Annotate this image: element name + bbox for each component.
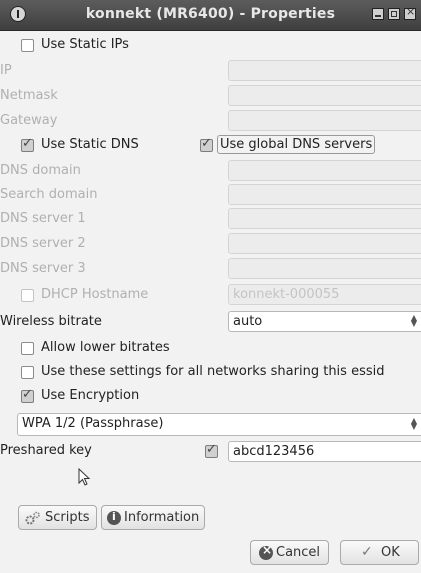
static-dns-label: Use Static DNS (41, 137, 139, 152)
title-bar[interactable]: konnekt (MR6400) - Properties (0, 0, 421, 31)
use-encryption-label: Use Encryption (41, 388, 140, 403)
share-settings-checkbox[interactable] (21, 366, 34, 379)
scripts-button[interactable]: Scripts (18, 505, 97, 530)
check-icon: ✓ (361, 544, 373, 560)
dns-domain-label: DNS domain (0, 163, 81, 178)
gear-icon (25, 511, 40, 525)
ip-label: IP (0, 63, 12, 78)
netmask-field[interactable] (228, 85, 421, 106)
dns-server-2-label: DNS server 2 (0, 236, 86, 251)
preshared-key-field[interactable]: abcd123456 (228, 441, 421, 462)
global-dns-label[interactable]: Use global DNS servers (217, 135, 376, 154)
cancel-label: Cancel (276, 545, 321, 560)
maximize-button[interactable] (388, 8, 400, 20)
wireless-bitrate-value: auto (233, 314, 263, 329)
dns-server-3-field[interactable] (228, 258, 421, 279)
netmask-label: Netmask (0, 88, 58, 103)
minimize-button[interactable] (372, 8, 384, 20)
ip-field[interactable] (228, 60, 421, 81)
window-title: konnekt (MR6400) - Properties (85, 6, 336, 22)
mouse-cursor-icon (78, 468, 91, 486)
information-label: Information (124, 510, 200, 525)
gateway-field[interactable] (228, 110, 421, 131)
dhcp-hostname-value: konnekt-000055 (233, 287, 340, 302)
dhcp-hostname-checkbox[interactable] (21, 289, 34, 302)
gateway-label: Gateway (0, 113, 58, 128)
dns-server-3-label: DNS server 3 (0, 261, 86, 276)
use-encryption-checkbox[interactable] (21, 387, 34, 403)
spin-arrows-icon: ▲ ▼ (410, 313, 417, 328)
dns-server-1-label: DNS server 1 (0, 211, 86, 226)
static-dns-checkbox[interactable] (21, 136, 34, 152)
ok-button[interactable]: ✓ OK (340, 540, 419, 565)
info-icon (107, 510, 121, 525)
wireless-bitrate-select[interactable]: auto ▲ ▼ (228, 311, 421, 332)
allow-lower-bitrates-label: Allow lower bitrates (41, 340, 170, 355)
search-domain-field[interactable] (228, 184, 421, 205)
search-domain-label: Search domain (0, 187, 98, 202)
information-button[interactable]: Information (101, 505, 205, 530)
preshared-key-value: abcd123456 (233, 444, 315, 459)
dns-server-1-field[interactable] (228, 208, 421, 229)
cancel-button[interactable]: Cancel (250, 540, 329, 565)
global-dns-checkbox[interactable] (200, 136, 213, 152)
spin-arrows-icon: ▲ ▼ (410, 416, 417, 431)
preshared-key-label: Preshared key (0, 443, 92, 458)
dhcp-hostname-field[interactable]: konnekt-000055 (228, 284, 421, 305)
scripts-label: Scripts (45, 510, 90, 525)
preshared-key-checkbox[interactable] (205, 442, 218, 458)
close-button[interactable] (404, 5, 416, 20)
dhcp-hostname-label: DHCP Hostname (41, 287, 149, 302)
dns-domain-field[interactable] (228, 160, 421, 181)
ok-label: OK (381, 545, 400, 560)
static-ips-checkbox[interactable] (21, 39, 34, 52)
encryption-type-select[interactable]: WPA 1/2 (Passphrase) ▲ ▼ (17, 413, 421, 436)
static-ips-label: Use Static IPs (41, 37, 129, 52)
dns-server-2-field[interactable] (228, 233, 421, 254)
encryption-type-value: WPA 1/2 (Passphrase) (22, 416, 164, 431)
cancel-icon (259, 543, 273, 560)
allow-lower-bitrates-checkbox[interactable] (21, 342, 34, 355)
share-settings-label: Use these settings for all networks shar… (41, 364, 385, 379)
wireless-bitrate-label: Wireless bitrate (0, 314, 102, 329)
